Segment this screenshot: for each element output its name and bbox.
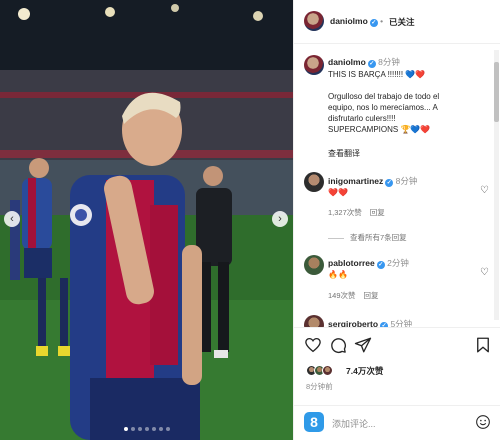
photo-illustration <box>0 0 293 440</box>
replies-divider <box>328 237 344 239</box>
carousel-dot[interactable] <box>158 427 163 431</box>
caption-text: THIS IS BARÇA !!!!!!! 💙❤️ Orgulloso del … <box>328 69 488 135</box>
comment-time: 5分钟 <box>390 319 413 327</box>
carousel-dot[interactable] <box>151 427 156 431</box>
carousel-dots <box>0 427 293 431</box>
avatar[interactable] <box>304 11 324 31</box>
view-replies-label: 查看所有7条回复 <box>350 233 407 242</box>
verified-icon: ✓ <box>385 179 394 187</box>
reply-button[interactable]: 回复 <box>370 208 385 217</box>
author-username[interactable]: daniolmo <box>330 16 368 26</box>
chevron-left-icon: ‹ <box>10 213 14 225</box>
emoji-icon[interactable] <box>475 414 491 430</box>
post-details-panel: daniolmo ✓ • 已关注 daniolmo ✓ 8分钟 THIS IS BA… <box>293 0 500 440</box>
dot-separator: • <box>377 16 384 26</box>
caption-header: daniolmo ✓ 8分钟 <box>328 56 400 68</box>
comments-section[interactable]: daniolmo ✓ 8分钟 THIS IS BARÇA !!!!!!! 💙❤️ … <box>294 45 500 327</box>
caption-line: disfrutarlo culers!!!! <box>328 114 396 123</box>
caption-time: 8分钟 <box>378 57 400 67</box>
caption-line <box>328 80 488 91</box>
carousel-dot[interactable] <box>137 427 142 431</box>
verified-icon: ✓ <box>367 60 376 68</box>
comment-meta: 1,327次赞 回复 <box>328 207 393 218</box>
app-badge-icon: 8 <box>304 412 324 432</box>
carousel-dot[interactable] <box>130 427 135 431</box>
caption-line: THIS IS BARÇA !!!!!!! 💙❤️ <box>328 70 426 79</box>
comment-like-heart-icon[interactable]: ♡ <box>480 267 489 278</box>
likes-count[interactable]: 7.4万次赞 <box>346 365 383 377</box>
comments-scrollbar[interactable] <box>494 50 499 320</box>
comment-likes[interactable]: 1,327次赞 <box>328 208 362 217</box>
post-photo[interactable]: ‹ › <box>0 0 293 440</box>
add-comment-input[interactable]: 添加评论... <box>332 417 376 430</box>
comment-time: 2分钟 <box>387 258 409 268</box>
caption-line: SUPERCAMPIONS 🏆💙❤️ <box>328 125 431 134</box>
comment-header: inigomartinez ✓ 8分钟 <box>328 175 417 187</box>
verified-icon: ✓ <box>369 19 378 27</box>
share-send-icon[interactable] <box>354 336 372 354</box>
photo-next-button[interactable]: › <box>272 211 288 227</box>
carousel-dot[interactable] <box>165 427 170 431</box>
photo-prev-button[interactable]: ‹ <box>4 211 20 227</box>
comment-time: 8分钟 <box>395 176 418 186</box>
chevron-right-icon: › <box>278 213 282 225</box>
comment-likes[interactable]: 149次赞 <box>328 291 356 300</box>
comment-meta: 149次赞 回复 <box>328 290 387 301</box>
comment-text: 🔥🔥 <box>328 270 348 279</box>
post-header: daniolmo ✓ • 已关注 <box>294 0 500 44</box>
bookmark-icon[interactable] <box>474 336 492 354</box>
comment-text: ❤️❤️ <box>328 188 348 197</box>
comment-username[interactable]: inigomartinez <box>328 176 383 186</box>
scrollbar-thumb[interactable] <box>494 62 499 122</box>
comment-avatar[interactable] <box>304 255 324 275</box>
caption-username[interactable]: daniolmo <box>328 57 366 67</box>
like-heart-icon[interactable] <box>304 336 322 354</box>
comment-like-heart-icon[interactable]: ♡ <box>480 185 489 196</box>
comment-username[interactable]: pablotorree <box>328 258 375 268</box>
carousel-dot[interactable] <box>144 427 149 431</box>
post-actions: 7.4万次赞 8分钟前 <box>294 327 500 405</box>
view-replies-link[interactable]: 查看所有7条回复 <box>328 232 407 243</box>
reply-button[interactable]: 回复 <box>364 291 379 300</box>
carousel-dot[interactable] <box>123 427 128 431</box>
caption-line: equipo, nos lo merecíamos... A <box>328 103 438 112</box>
caption-avatar[interactable] <box>304 55 324 75</box>
comment-header: sergiroberto ✓ 5分钟 <box>328 318 412 327</box>
liker-avatar <box>322 365 333 376</box>
comment-avatar[interactable] <box>304 315 324 327</box>
caption-line: Orgulloso del trabajo de todo el <box>328 92 440 101</box>
comment-header: pablotorree ✓ 2分钟 <box>328 257 409 269</box>
post-author[interactable]: daniolmo ✓ • <box>330 16 383 27</box>
comment-bubble-icon[interactable] <box>329 336 347 354</box>
post-time[interactable]: 8分钟前 <box>306 381 333 392</box>
verified-icon: ✓ <box>376 261 385 269</box>
follow-status-button[interactable]: 已关注 <box>389 16 415 28</box>
add-comment-bar: 8 添加评论... <box>294 405 500 440</box>
comment-avatar[interactable] <box>304 172 324 192</box>
comment-username[interactable]: sergiroberto <box>328 319 378 327</box>
see-translation-link[interactable]: 查看翻译 <box>328 148 360 159</box>
